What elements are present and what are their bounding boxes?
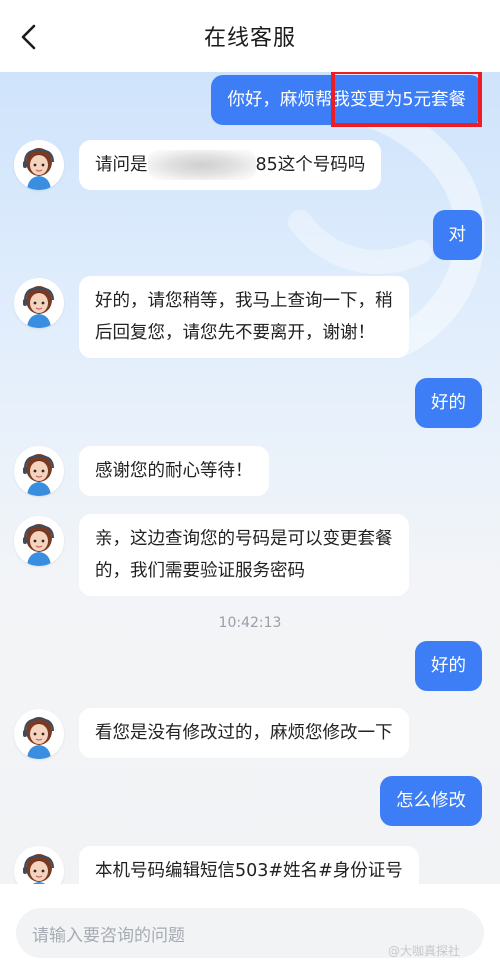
message-bubble-out[interactable]: 好的 (415, 641, 482, 691)
message-bubble-in[interactable]: 亲，这边查询您的号码是可以变更套餐 的，我们需要验证服务密码 (79, 514, 409, 596)
message-timestamp: 10:42:13 (218, 615, 282, 631)
message-line: 亲，这边查询您的号码是可以变更套餐 (95, 529, 393, 549)
agent-avatar (14, 278, 64, 328)
agent-avatar-icon (14, 446, 64, 496)
message-text: 本机号码编辑短信503#姓名#身份证号 (95, 861, 403, 881)
message-bubble-in[interactable]: 好的，请您稍等，我马上查询一下，稍 后回复您，请您先不要离开，谢谢！ (79, 276, 409, 358)
agent-avatar-icon (14, 278, 64, 328)
message-text: 感谢您的耐心等待！ (95, 461, 253, 481)
chevron-left-icon (21, 24, 36, 50)
message-text: 你好，麻烦帮我变更为5元套餐 (227, 90, 466, 110)
message-bubble-in[interactable]: 看您是没有修改过的，麻烦您修改一下 (79, 708, 409, 758)
message-text: 好的 (431, 656, 466, 676)
agent-avatar (14, 709, 64, 759)
message-text-prefix: 请问是 (95, 155, 148, 175)
top-bar: 在线客服 (0, 0, 500, 72)
redacted-number-blur (147, 150, 256, 180)
message-text: 怎么修改 (396, 791, 466, 811)
message-text-suffix: 85这个号码吗 (255, 155, 366, 175)
agent-avatar (14, 516, 64, 566)
page-title: 在线客服 (203, 26, 296, 51)
agent-avatar-icon (14, 516, 64, 566)
agent-avatar (14, 446, 64, 496)
message-bubble-out[interactable]: 好的 (415, 378, 482, 428)
message-line: 好的，请您稍等，我马上查询一下，稍 (95, 291, 393, 311)
message-text: 对 (448, 225, 467, 245)
agent-avatar-icon (14, 709, 64, 759)
message-bubble-out[interactable]: 对 (432, 210, 482, 260)
message-text: 好的 (431, 393, 466, 413)
agent-avatar-icon (14, 140, 64, 190)
watermark-text: @大咖真探社 (388, 944, 461, 958)
message-bubble-in[interactable]: 感谢您的耐心等待！ (79, 446, 269, 496)
agent-avatar (14, 140, 64, 190)
message-line: 的，我们需要验证服务密码 (95, 561, 305, 581)
message-bubble-out[interactable]: 你好，麻烦帮我变更为5元套餐 (211, 75, 482, 125)
message-bubble-out[interactable]: 怎么修改 (380, 776, 482, 826)
message-input-placeholder: 请输入要咨询的问题 (32, 925, 185, 946)
message-line: 后回复您，请您先不要离开，谢谢！ (95, 323, 375, 343)
message-text: 看您是没有修改过的，麻烦您修改一下 (95, 723, 393, 743)
back-button[interactable] (14, 22, 44, 52)
message-bubble-in[interactable]: 请问是 85这个号码吗 (79, 140, 382, 190)
